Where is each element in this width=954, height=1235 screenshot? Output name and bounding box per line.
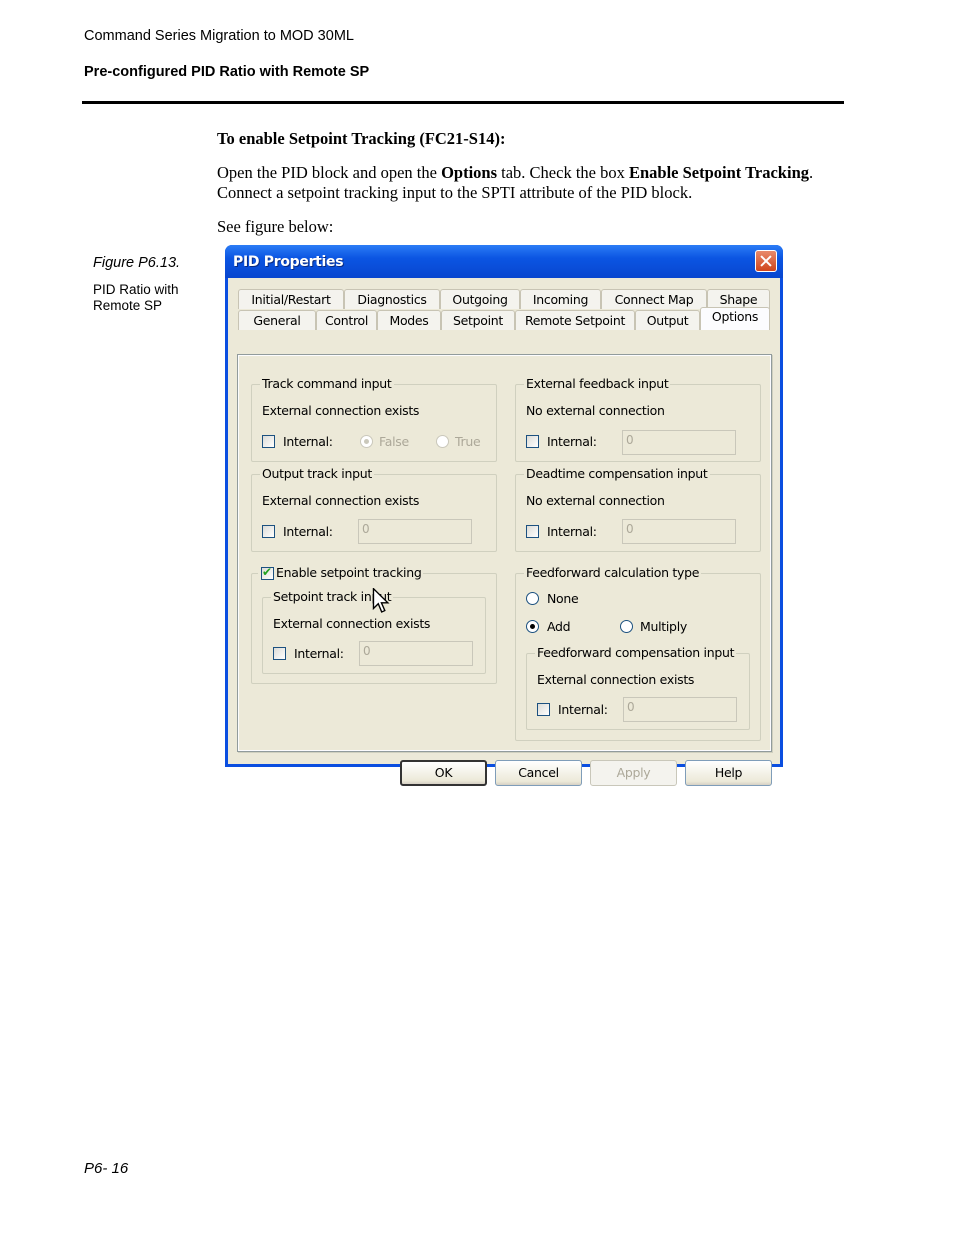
output-track-internal-label: Internal:: [283, 524, 333, 539]
output-track-status: External connection exists: [262, 493, 420, 508]
setpoint-track-status: External connection exists: [273, 616, 431, 631]
figure-caption: PID Ratio with Remote SP: [93, 282, 179, 313]
external-feedback-group: External feedback input No external conn…: [515, 376, 761, 462]
output-track-value-input[interactable]: 0: [358, 519, 472, 544]
ok-button[interactable]: OK: [400, 760, 487, 786]
track-command-false-label: False: [379, 434, 409, 449]
tab-initial-restart[interactable]: Initial/Restart: [238, 289, 344, 309]
procedure-heading: To enable Setpoint Tracking (FC21-S14):: [217, 129, 506, 148]
external-feedback-internal-checkbox[interactable]: [526, 435, 539, 448]
external-feedback-value-input[interactable]: 0: [622, 430, 736, 455]
feedforward-none-radio[interactable]: [526, 592, 539, 605]
track-command-false-radio[interactable]: [360, 435, 373, 448]
instruction-paragraph: Open the PID block and open the Options …: [217, 163, 847, 203]
para-bold-options: Options: [441, 163, 498, 182]
output-track-group: Output track input External connection e…: [251, 466, 497, 552]
tab-shape[interactable]: Shape: [707, 289, 770, 309]
dialog-titlebar[interactable]: PID Properties: [225, 245, 783, 278]
track-command-status: External connection exists: [262, 403, 420, 418]
external-feedback-internal-label: Internal:: [547, 434, 597, 449]
track-command-internal-checkbox[interactable]: [262, 435, 275, 448]
para-bold-enable: Enable Setpoint Tracking: [628, 163, 809, 182]
feedforward-calculation-title: Feedforward calculation type: [524, 565, 702, 580]
external-feedback-status: No external connection: [526, 403, 665, 418]
deadtime-compensation-status: No external connection: [526, 493, 665, 508]
see-figure-text: See figure below:: [217, 217, 334, 236]
feedforward-add-radio[interactable]: [526, 620, 539, 633]
setpoint-track-internal-label: Internal:: [294, 646, 344, 661]
setpoint-track-internal-checkbox[interactable]: [273, 647, 286, 660]
track-command-group: Track command input External connection …: [251, 376, 497, 462]
tab-incoming[interactable]: Incoming: [520, 289, 601, 309]
options-tab-panel: Track command input External connection …: [237, 354, 772, 752]
tab-setpoint[interactable]: Setpoint: [441, 310, 515, 330]
tab-modes[interactable]: Modes: [377, 310, 441, 330]
enable-setpoint-tracking-label[interactable]: Enable setpoint tracking: [276, 565, 422, 580]
deadtime-compensation-internal-label: Internal:: [547, 524, 597, 539]
tab-outgoing[interactable]: Outgoing: [440, 289, 520, 309]
tab-remote-setpoint[interactable]: Remote Setpoint: [515, 310, 635, 330]
mouse-cursor-icon: [372, 588, 390, 613]
tab-general[interactable]: General: [238, 310, 316, 330]
track-command-true-label: True: [455, 434, 481, 449]
feedforward-compensation-status: External connection exists: [537, 672, 695, 687]
deadtime-compensation-group: Deadtime compensation input No external …: [515, 466, 761, 552]
tab-output[interactable]: Output: [635, 310, 700, 330]
feedforward-multiply-label: Multiply: [640, 619, 687, 634]
tab-options[interactable]: Options: [700, 307, 770, 330]
output-track-title: Output track input: [260, 466, 374, 481]
cancel-button[interactable]: Cancel: [495, 760, 582, 786]
tab-diagnostics[interactable]: Diagnostics: [344, 289, 440, 309]
setpoint-track-value-input[interactable]: 0: [359, 641, 473, 666]
track-command-title: Track command input: [260, 376, 394, 391]
apply-button[interactable]: Apply: [590, 760, 677, 786]
enable-setpoint-tracking-checkbox[interactable]: [261, 565, 274, 580]
dialog-client-area: Initial/Restart Diagnostics Outgoing Inc…: [228, 278, 780, 786]
enable-setpoint-tracking-legend: Enable setpoint tracking: [258, 565, 424, 580]
pid-properties-dialog: PID Properties Initial/Restart Diagnosti…: [225, 245, 783, 786]
figure-label: Figure P6.13.: [93, 255, 181, 271]
feedforward-compensation-internal-checkbox[interactable]: [537, 703, 550, 716]
help-button[interactable]: Help: [685, 760, 772, 786]
external-feedback-title: External feedback input: [524, 376, 671, 391]
track-command-internal-label: Internal:: [283, 434, 333, 449]
feedforward-add-label: Add: [547, 619, 571, 634]
deadtime-compensation-title: Deadtime compensation input: [524, 466, 710, 481]
feedforward-calculation-group: Feedforward calculation type None Add Mu…: [515, 565, 761, 741]
feedforward-compensation-title: Feedforward compensation input: [535, 645, 737, 660]
document-header-title: Command Series Migration to MOD 30ML: [84, 28, 354, 44]
deadtime-compensation-internal-checkbox[interactable]: [526, 525, 539, 538]
feedforward-compensation-group: Feedforward compensation input External …: [526, 645, 750, 730]
deadtime-compensation-value-input[interactable]: 0: [622, 519, 736, 544]
feedforward-none-label: None: [547, 591, 579, 606]
close-icon[interactable]: [755, 250, 777, 272]
tab-control[interactable]: Control: [316, 310, 377, 330]
output-track-internal-checkbox[interactable]: [262, 525, 275, 538]
dialog-title: PID Properties: [233, 254, 344, 270]
feedforward-multiply-radio[interactable]: [620, 620, 633, 633]
page-number: P6- 16: [84, 1160, 129, 1177]
para-text: tab. Check the box: [497, 163, 629, 182]
feedforward-compensation-value-input[interactable]: 0: [623, 697, 737, 722]
track-command-true-radio[interactable]: [436, 435, 449, 448]
header-divider: [82, 101, 844, 104]
feedforward-compensation-internal-label: Internal:: [558, 702, 608, 717]
para-text: Open the PID block and open the: [217, 163, 442, 182]
tab-connect-map[interactable]: Connect Map: [601, 289, 707, 309]
section-title: Pre-configured PID Ratio with Remote SP: [84, 64, 370, 80]
